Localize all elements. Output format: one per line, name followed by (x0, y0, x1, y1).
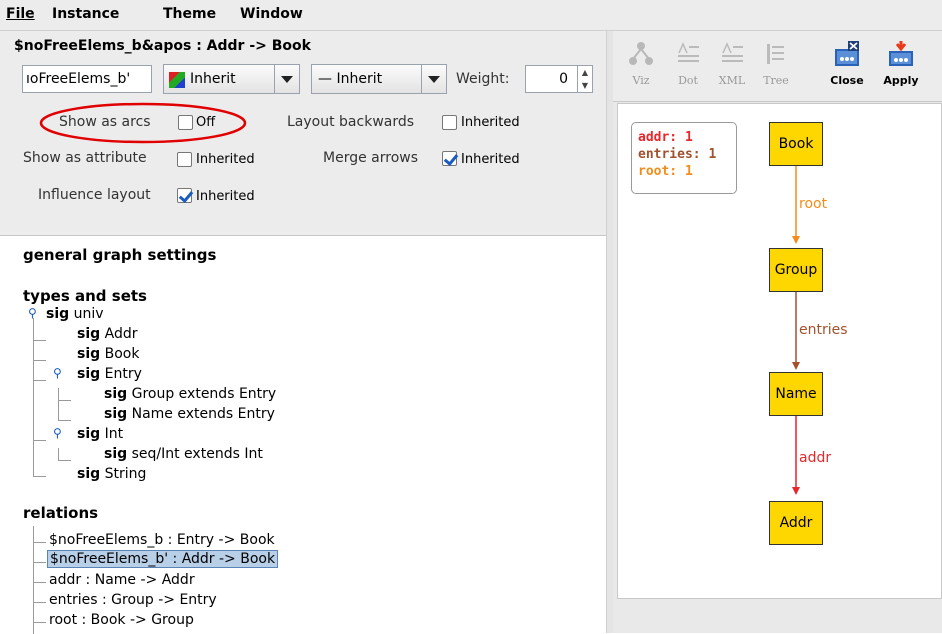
node-group[interactable]: Group (769, 248, 823, 292)
tree-sig-string[interactable]: sig String (77, 466, 146, 482)
show-as-attribute-value: Inherited (196, 152, 255, 167)
dot-icon (678, 42, 699, 62)
left-pane: $noFreeElems_b&apos : Addr -> Book ıoFre… (0, 31, 606, 634)
menu-file[interactable]: File (6, 6, 35, 22)
apply-theme-icon (889, 41, 913, 66)
layout-backwards-checkbox[interactable] (442, 115, 457, 130)
viz-icon (629, 42, 653, 65)
tree-sig-seq-int[interactable]: sig seq/Int extends Int (104, 446, 263, 462)
toolbar-tree-button[interactable]: Tree (759, 41, 793, 87)
arrowhead-root (792, 236, 800, 244)
menu-instance[interactable]: Instance (52, 6, 119, 22)
edge-label-entries: entries (799, 322, 848, 338)
line-style-select[interactable]: — Inherit (311, 64, 447, 94)
color-select[interactable]: Inherit (163, 64, 300, 94)
color-swatch-icon (169, 72, 185, 88)
menu-window[interactable]: Window (240, 6, 303, 22)
tree-sig-entry[interactable]: sig Entry (77, 366, 142, 382)
tree-relation-item[interactable]: root : Book -> Group (49, 612, 194, 628)
tree-relation-item[interactable]: $noFreeElems_b : Entry -> Book (49, 532, 275, 548)
close-theme-icon (835, 41, 859, 66)
show-as-attribute-checkbox[interactable] (177, 152, 192, 167)
relation-heading: $noFreeElems_b&apos : Addr -> Book (14, 38, 311, 54)
tree-sig-int[interactable]: sig Int (77, 426, 123, 442)
influence-layout-checkbox[interactable] (177, 188, 192, 203)
menu-bar: File Instance Theme Window (0, 0, 942, 31)
tree-relation-item[interactable]: addr : Name -> Addr (49, 572, 195, 588)
relation-name-field[interactable]: ıoFreeElems_b' (22, 65, 152, 93)
edge-label-root: root (799, 196, 828, 212)
tree-sig-name[interactable]: sig Name extends Entry (104, 406, 275, 422)
menu-theme[interactable]: Theme (163, 6, 216, 22)
merge-arrows-label: Merge arrows (323, 150, 418, 166)
edge-label-addr: addr (799, 450, 832, 466)
tree-relation-item-selected[interactable]: $noFreeElems_b' : Addr -> Book (47, 550, 279, 568)
merge-arrows-checkbox[interactable] (442, 151, 457, 166)
chevron-down-icon[interactable] (421, 65, 446, 93)
xml-icon (722, 42, 743, 62)
layout-backwards-value: Inherited (461, 115, 520, 130)
expand-node-icon[interactable]: ⚲ (53, 426, 62, 440)
layout-backwards-label: Layout backwards (287, 114, 415, 130)
tree-sig-group[interactable]: sig Group extends Entry (104, 386, 276, 402)
theme-tree: general graph settings types and sets ⚲ … (0, 236, 606, 634)
graph-canvas[interactable]: addr: 1 entries: 1 root: 1 Book Group Na… (617, 103, 942, 599)
influence-layout-value: Inherited (196, 189, 255, 204)
node-addr[interactable]: Addr (769, 501, 823, 545)
tree-sig-book[interactable]: sig Book (77, 346, 139, 362)
weight-spinner[interactable]: 0 ▲ ▼ (525, 65, 593, 93)
expand-node-icon[interactable]: ⚲ (28, 306, 37, 320)
tree-relations-heading[interactable]: relations (23, 504, 98, 522)
right-pane: Viz Dot XML Tree Close Apply addr: 1 ent… (613, 31, 942, 633)
viz-toolbar: Viz Dot XML Tree Close Apply (613, 31, 942, 102)
toolbar-apply-button[interactable]: Apply (881, 41, 921, 87)
chevron-down-icon[interactable] (274, 65, 299, 93)
relation-settings-panel: $noFreeElems_b&apos : Addr -> Book ıoFre… (0, 31, 606, 236)
node-book[interactable]: Book (769, 122, 823, 166)
tree-icon (767, 44, 784, 64)
tree-sig-univ[interactable]: sig univ (46, 306, 104, 322)
toolbar-dot-button[interactable]: Dot (671, 41, 705, 87)
influence-layout-label: Influence layout (38, 187, 151, 203)
highlight-ellipse (39, 102, 247, 144)
tree-types-heading[interactable]: types and sets (23, 287, 147, 305)
toolbar-close-button[interactable]: Close (827, 41, 867, 87)
weight-label: Weight: (456, 71, 510, 87)
toolbar-xml-button[interactable]: XML (715, 41, 749, 87)
expand-node-icon[interactable]: ⚲ (53, 366, 62, 380)
toolbar-viz-button[interactable]: Viz (624, 41, 658, 87)
arrowhead-addr (792, 487, 800, 495)
tree-general-settings[interactable]: general graph settings (23, 246, 216, 264)
tree-relation-item[interactable]: entries : Group -> Entry (49, 592, 217, 608)
show-as-attribute-label: Show as attribute (23, 150, 147, 166)
node-name[interactable]: Name (769, 372, 823, 416)
merge-arrows-value: Inherited (461, 152, 520, 167)
spinner-arrows-icon[interactable]: ▲ ▼ (577, 66, 592, 92)
arrowhead-entries (792, 362, 800, 370)
tree-sig-addr[interactable]: sig Addr (77, 326, 137, 342)
